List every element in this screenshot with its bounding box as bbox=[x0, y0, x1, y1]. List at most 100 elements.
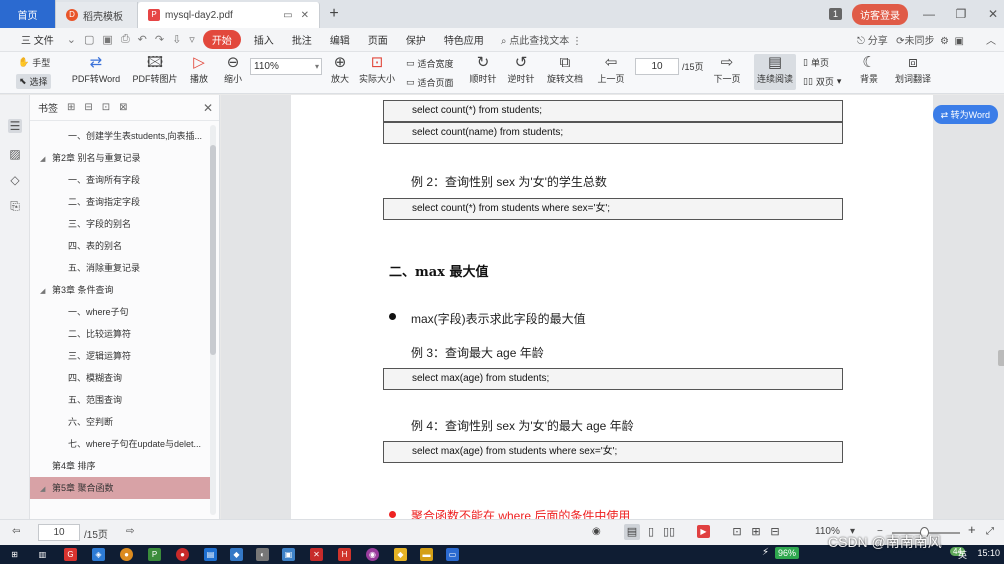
app-icon[interactable]: ▤ bbox=[204, 548, 217, 561]
bookmark-panel-icon[interactable]: ☰ bbox=[8, 119, 22, 133]
menu-insert[interactable]: 插入 bbox=[245, 32, 283, 47]
fit-width-icon[interactable]: ⊡ bbox=[729, 524, 745, 540]
hand-tool[interactable]: ✋ 手型 bbox=[18, 56, 50, 69]
new-file-icon[interactable]: ▢ bbox=[80, 33, 98, 46]
bookmark-item[interactable]: 四、模糊查询 bbox=[30, 367, 212, 389]
double-view-icon[interactable]: ▯▯ bbox=[661, 524, 677, 540]
rotate-counterclockwise-button[interactable]: ↺ 逆时针 bbox=[506, 54, 536, 85]
rotate-document-button[interactable]: ⧉ 旋转文档 bbox=[545, 54, 585, 85]
restore-icon[interactable]: ❐ bbox=[950, 7, 972, 21]
collapse-all-icon[interactable]: ⊟ bbox=[84, 102, 92, 113]
single-page-button[interactable]: ▯ 单页 bbox=[803, 56, 829, 69]
bookmark-chapter[interactable]: ◢ 第5章 聚合函数 bbox=[30, 477, 210, 499]
translate-button[interactable]: ⧈ 划词翻译 bbox=[892, 54, 934, 85]
bookmark-item[interactable]: 一、查询所有字段 bbox=[30, 169, 212, 191]
menu-annotate[interactable]: 批注 bbox=[283, 32, 321, 47]
app-icon[interactable]: ◈ bbox=[92, 548, 105, 561]
actual-size-icon[interactable]: ⊟ bbox=[767, 524, 783, 540]
background-button[interactable]: ☾ 背景 bbox=[855, 54, 883, 85]
bookmark-scrollbar[interactable] bbox=[210, 125, 216, 515]
app-icon[interactable]: ◐ bbox=[256, 548, 269, 561]
settings-icon[interactable]: ⚙ bbox=[940, 36, 949, 47]
customize-icon[interactable]: ▿ bbox=[185, 33, 199, 46]
input-language[interactable]: 英 bbox=[958, 548, 967, 561]
menu-edit[interactable]: 编辑 bbox=[321, 32, 359, 47]
guest-login-button[interactable]: 访客登录 bbox=[852, 3, 908, 25]
bookmark-item[interactable]: 五、范围查询 bbox=[30, 389, 212, 411]
tab-template[interactable]: D 稻壳模板 bbox=[56, 2, 138, 28]
fit-page-icon[interactable]: ⊞ bbox=[748, 524, 764, 540]
zoom-out-button[interactable]: ⊖ 缩小 bbox=[221, 54, 245, 85]
new-tab-button[interactable]: + bbox=[320, 2, 348, 28]
double-page-button[interactable]: ▯▯ 双页 ▾ bbox=[803, 75, 841, 88]
annotation-panel-icon[interactable]: ◇ bbox=[8, 173, 22, 187]
single-view-icon[interactable]: ▯ bbox=[643, 524, 659, 540]
actual-size-button[interactable]: ⊡ 实际大小 bbox=[356, 54, 398, 85]
app-icon[interactable]: ◆ bbox=[394, 548, 407, 561]
clock[interactable]: 15:10 bbox=[977, 548, 1000, 558]
menu-start[interactable]: 开始 bbox=[202, 30, 241, 49]
app-icon[interactable]: ▣ bbox=[282, 548, 295, 561]
expand-all-icon[interactable]: ⊞ bbox=[67, 102, 75, 113]
close-tab-icon[interactable]: ✕ bbox=[301, 10, 309, 21]
bookmark-chapter[interactable]: ◢ 第3章 条件查询 bbox=[30, 279, 212, 301]
bookmark-item[interactable]: 六、空判断 bbox=[30, 411, 212, 433]
thumbnail-panel-icon[interactable]: ▨ bbox=[8, 147, 22, 161]
bookmark-item[interactable]: 五、消除重复记录 bbox=[30, 257, 212, 279]
tab-home[interactable]: 首页 bbox=[0, 0, 56, 28]
task-view-icon[interactable]: ▥ bbox=[36, 548, 49, 561]
bookmark-item[interactable]: 四、表的别名 bbox=[30, 235, 212, 257]
rotate-clockwise-button[interactable]: ↻ 顺时针 bbox=[468, 54, 498, 85]
expand-arrow-icon[interactable]: ◢ bbox=[40, 479, 52, 499]
menu-features[interactable]: 特色应用 bbox=[435, 32, 493, 47]
prev-page-button[interactable]: ⇦ 上一页 bbox=[596, 54, 626, 85]
bookmark-chapter[interactable]: 第4章 排序 bbox=[30, 455, 212, 477]
collapse-ribbon-icon[interactable]: ︿ bbox=[986, 32, 996, 47]
bookmark-item[interactable]: 二、查询指定字段 bbox=[30, 191, 212, 213]
bookmark-item[interactable]: 三、逻辑运算符 bbox=[30, 345, 212, 367]
app-icon[interactable]: ◆ bbox=[230, 548, 243, 561]
print-icon[interactable]: ⎙ bbox=[117, 33, 134, 46]
zoom-plus-icon[interactable]: + bbox=[968, 522, 976, 537]
fit-width-button[interactable]: ▭ 适合宽度 bbox=[406, 57, 454, 70]
side-collapse-tab[interactable] bbox=[998, 350, 1004, 366]
convert-to-word-button[interactable]: ⇄ 转为Word bbox=[932, 105, 998, 124]
fit-page-button[interactable]: ▭ 适合页面 bbox=[406, 76, 454, 89]
app-icon[interactable]: P bbox=[148, 548, 161, 561]
scrollbar-thumb[interactable] bbox=[210, 145, 216, 355]
search-text-command[interactable]: ⌕ 点此查找文本 ⋮ bbox=[493, 32, 582, 47]
zoom-select[interactable]: 110% ▾ bbox=[250, 58, 322, 75]
bookmark-item[interactable]: 一、创建学生表students,向表插... bbox=[30, 125, 212, 147]
bookmark-chapter[interactable]: ◢ 第2章 别名与重复记录 bbox=[30, 147, 212, 169]
close-window-icon[interactable]: ✕ bbox=[982, 7, 1004, 21]
bookmark-item[interactable]: 一、where子句 bbox=[30, 301, 212, 323]
eye-icon[interactable]: ◉ bbox=[592, 526, 601, 537]
prev-page-icon[interactable]: ⇦ bbox=[12, 526, 20, 537]
app-icon[interactable]: H bbox=[338, 548, 351, 561]
menu-protect[interactable]: 保护 bbox=[397, 32, 435, 47]
select-tool[interactable]: ⬉ 选择 bbox=[16, 74, 51, 89]
export-icon[interactable]: ⇩ bbox=[168, 33, 185, 46]
chevron-down-icon[interactable]: ⌄ bbox=[63, 33, 80, 46]
pdf-to-word-button[interactable]: ⇄ PDF转Word bbox=[70, 54, 122, 85]
app-icon[interactable]: ▭ bbox=[446, 548, 459, 561]
pdf-to-image-button[interactable]: 🖾 PDF转图片 bbox=[130, 54, 180, 85]
close-panel-icon[interactable]: ✕ bbox=[203, 101, 213, 115]
expand-arrow-icon[interactable]: ◢ bbox=[40, 281, 52, 301]
minimize-icon[interactable]: — bbox=[918, 7, 940, 21]
attachment-panel-icon[interactable]: ⎘ bbox=[8, 199, 22, 213]
undo-icon[interactable]: ↶ bbox=[134, 33, 151, 46]
app-icon[interactable]: G bbox=[64, 548, 77, 561]
menu-page[interactable]: 页面 bbox=[359, 32, 397, 47]
window-icon[interactable]: ▣ bbox=[955, 36, 964, 47]
next-page-button[interactable]: ⇨ 下一页 bbox=[712, 54, 742, 85]
windows-start-icon[interactable]: ⊞ bbox=[8, 548, 21, 561]
pin-icon[interactable]: ▭ bbox=[283, 10, 292, 21]
status-page-input[interactable]: 10 bbox=[38, 524, 80, 541]
file-menu[interactable]: 三 文件 bbox=[12, 32, 63, 47]
tab-document[interactable]: P mysql-day2.pdf ▭ ✕ bbox=[138, 2, 320, 28]
app-icon[interactable]: ✕ bbox=[310, 548, 323, 561]
add-bookmark-icon[interactable]: ⊡ bbox=[102, 102, 110, 113]
play-icon[interactable]: ▶ bbox=[697, 525, 710, 538]
redo-icon[interactable]: ↷ bbox=[151, 33, 168, 46]
